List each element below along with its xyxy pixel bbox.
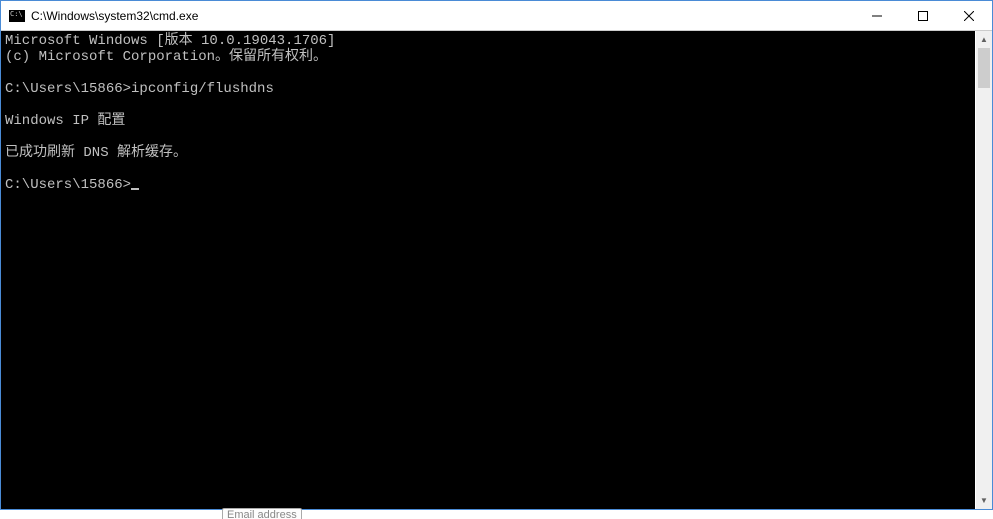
terminal-line: (c) Microsoft Corporation。保留所有权利。	[5, 49, 975, 65]
cmd-window: C:\Windows\system32\cmd.exe Microsoft Wi…	[0, 0, 993, 510]
minimize-icon	[872, 11, 882, 21]
scroll-up-button[interactable]: ▲	[976, 31, 992, 48]
maximize-button[interactable]	[900, 1, 946, 30]
terminal-area: Microsoft Windows [版本 10.0.19043.1706](c…	[1, 31, 992, 509]
background-input-fragment: Email address	[222, 508, 302, 519]
cmd-icon	[9, 10, 25, 22]
window-title: C:\Windows\system32\cmd.exe	[31, 9, 854, 23]
terminal-line	[5, 65, 975, 81]
terminal-cursor	[131, 188, 139, 190]
terminal-line	[5, 129, 975, 145]
terminal-line: C:\Users\15866>ipconfig/flushdns	[5, 81, 975, 97]
titlebar[interactable]: C:\Windows\system32\cmd.exe	[1, 1, 992, 31]
terminal-line: Microsoft Windows [版本 10.0.19043.1706]	[5, 33, 975, 49]
terminal-line: 已成功刷新 DNS 解析缓存。	[5, 145, 975, 161]
terminal-line	[5, 161, 975, 177]
terminal-output[interactable]: Microsoft Windows [版本 10.0.19043.1706](c…	[1, 31, 975, 509]
close-button[interactable]	[946, 1, 992, 30]
window-controls	[854, 1, 992, 30]
close-icon	[964, 11, 974, 21]
vertical-scrollbar[interactable]: ▲ ▼	[975, 31, 992, 509]
terminal-line: C:\Users\15866>	[5, 177, 975, 193]
scroll-down-button[interactable]: ▼	[976, 492, 992, 509]
maximize-icon	[918, 11, 928, 21]
terminal-line	[5, 97, 975, 113]
scroll-thumb[interactable]	[978, 48, 990, 88]
scroll-track[interactable]	[976, 48, 992, 492]
terminal-line: Windows IP 配置	[5, 113, 975, 129]
minimize-button[interactable]	[854, 1, 900, 30]
